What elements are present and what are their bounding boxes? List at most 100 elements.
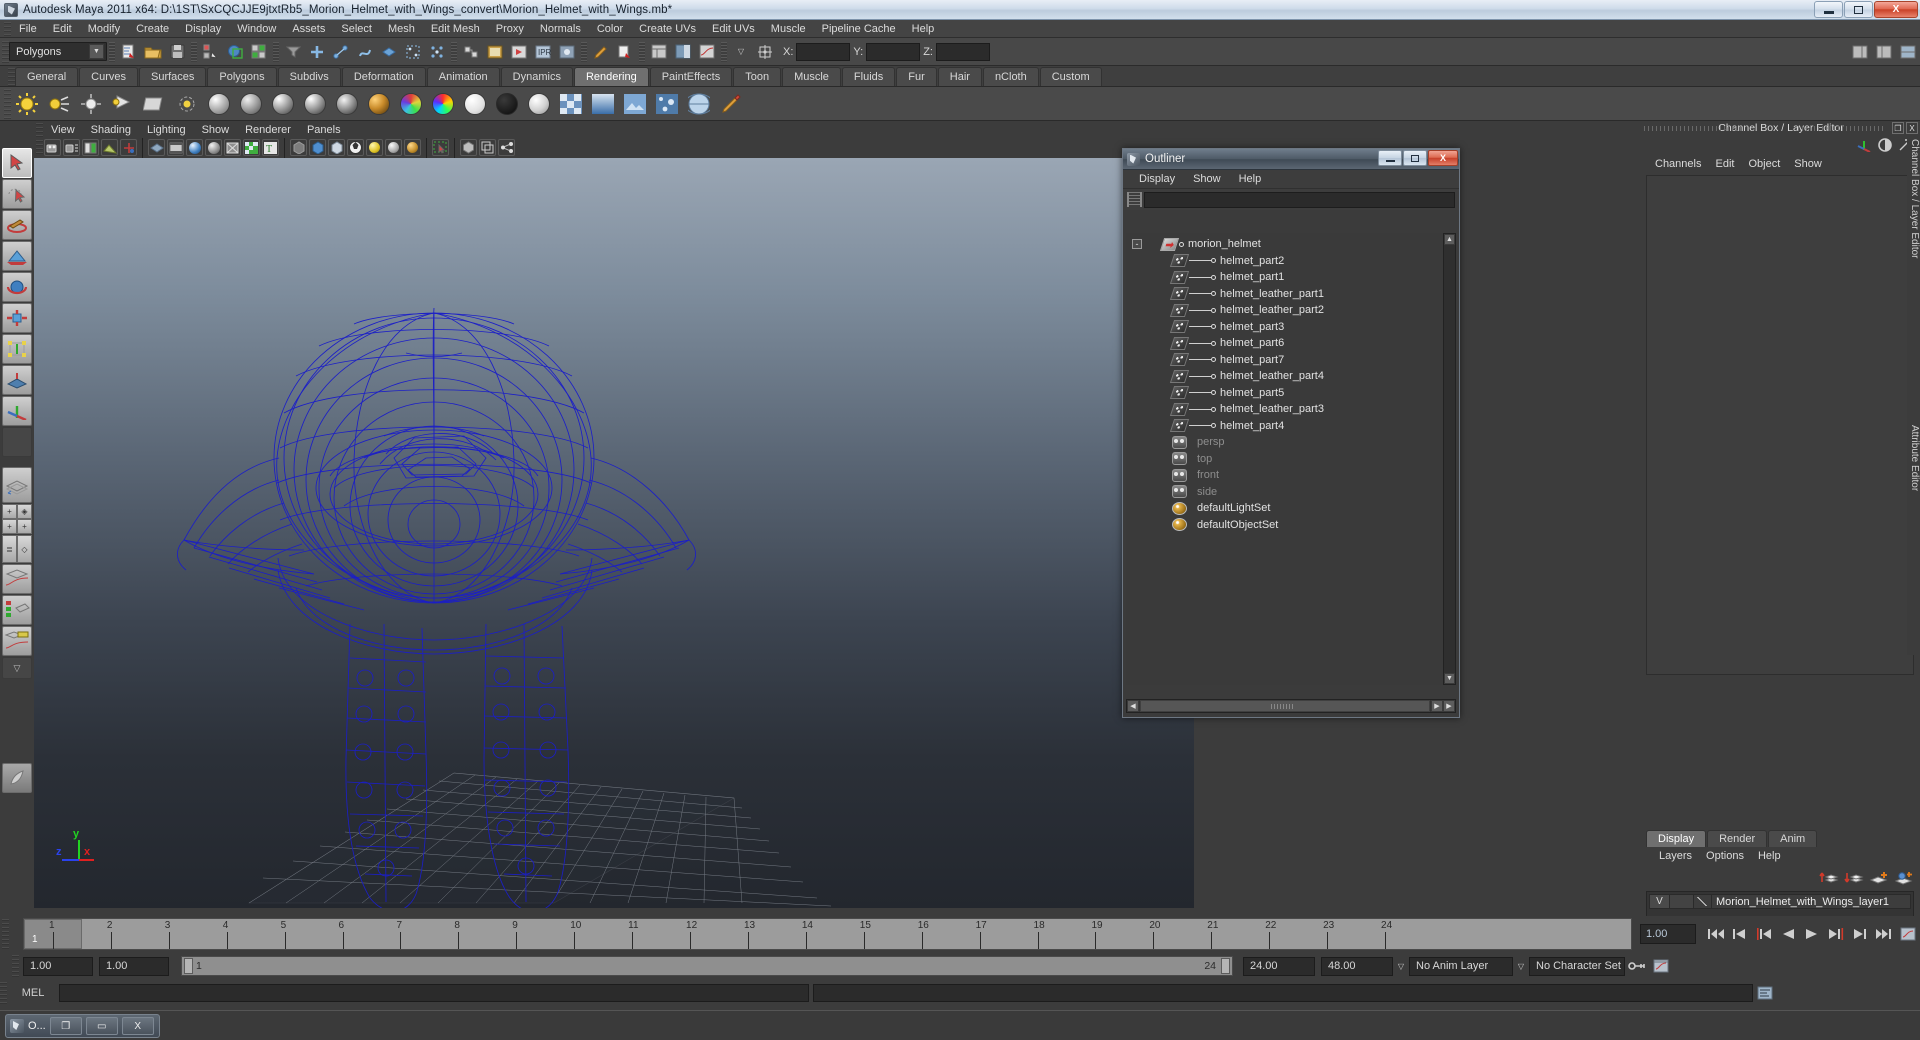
menu-display[interactable]: Display xyxy=(177,22,229,36)
outliner-filter-icon[interactable] xyxy=(1127,192,1142,207)
env-sphere-icon[interactable] xyxy=(685,90,713,118)
ambient-light-icon[interactable] xyxy=(13,90,41,118)
volume-light-icon[interactable] xyxy=(173,90,201,118)
layer-playback-toggle[interactable] xyxy=(1670,895,1694,908)
light-grey-icon[interactable] xyxy=(385,139,402,156)
scroll-thumb[interactable] xyxy=(1140,700,1430,712)
universal-manipulator-icon[interactable] xyxy=(2,334,32,364)
texture-noise-icon[interactable] xyxy=(653,90,681,118)
animation-end-time-field[interactable]: 48.00 xyxy=(1321,956,1393,976)
toolbar-grip-2[interactable] xyxy=(191,41,197,62)
outliner-row-helmet-part5[interactable]: helmet_part5 xyxy=(1126,385,1444,402)
render-current-frame-icon[interactable] xyxy=(508,41,530,63)
layout-hypergraph-icon[interactable]: ≣ xyxy=(2,535,17,563)
outliner-horizontal-scrollbar[interactable]: ◀ ▶ ▶ xyxy=(1126,699,1456,713)
outliner-row-front[interactable]: front xyxy=(1126,467,1444,484)
window-maximize-button[interactable] xyxy=(1844,1,1873,18)
light-yellow-icon[interactable] xyxy=(366,139,383,156)
select-camera-icon[interactable] xyxy=(44,139,61,156)
go-to-end-icon[interactable] xyxy=(1872,923,1896,945)
taskbar-minimize-button[interactable]: ▭ xyxy=(85,1017,118,1035)
outliner-menu-help[interactable]: Help xyxy=(1230,173,1271,185)
layout-two-stacked-icon[interactable]: + xyxy=(17,519,32,534)
layout-four-view-icon[interactable]: + xyxy=(2,504,17,519)
auto-key-icon[interactable] xyxy=(1625,955,1649,977)
use-background-shader-icon[interactable] xyxy=(525,90,553,118)
outliner-row-defaultlightset[interactable]: defaultLightSet xyxy=(1126,500,1444,517)
grid-display-icon[interactable] xyxy=(148,139,165,156)
attribute-editor-side-tab[interactable]: Attribute Editor xyxy=(1907,421,1920,601)
current-time-field[interactable]: 1.00 xyxy=(1640,924,1696,944)
window-minimize-button[interactable] xyxy=(1814,1,1843,18)
outliner-row-defaultobjectset[interactable]: defaultObjectSet xyxy=(1126,517,1444,534)
scale-tool-icon[interactable] xyxy=(2,303,32,333)
make-live-icon[interactable] xyxy=(426,41,448,63)
outliner-row-persp[interactable]: persp xyxy=(1126,434,1444,451)
toolbar-grip-4[interactable] xyxy=(451,41,457,62)
material-sphere-anisotropic-icon[interactable] xyxy=(333,90,361,118)
smooth-mesh-preview-icon[interactable] xyxy=(347,139,364,156)
layer-row[interactable]: V Morion_Helmet_with_Wings_layer1 xyxy=(1649,894,1911,909)
new-scene-icon[interactable] xyxy=(118,41,140,63)
move-layer-down-icon[interactable] xyxy=(1844,870,1864,886)
shade-options-icon[interactable] xyxy=(205,139,222,156)
sidebar-outliner-icon[interactable] xyxy=(648,41,670,63)
channelbox-menu-show[interactable]: Show xyxy=(1787,158,1829,170)
layout-persp-view-icon[interactable]: ◇ xyxy=(17,535,32,563)
outliner-minimize-button[interactable] xyxy=(1378,150,1402,166)
render-settings-icon[interactable] xyxy=(556,41,578,63)
x-field[interactable] xyxy=(796,42,851,61)
hardware-texturing-icon[interactable] xyxy=(460,139,477,156)
outliner-menu-display[interactable]: Display xyxy=(1130,173,1184,185)
viewport-menu-view[interactable]: View xyxy=(43,124,83,136)
snap-point-icon[interactable] xyxy=(354,41,376,63)
layer-tab-anim[interactable]: Anim xyxy=(1768,830,1818,847)
texture-display-icon[interactable] xyxy=(243,139,260,156)
outliner-menu-show[interactable]: Show xyxy=(1184,173,1230,185)
menu-assets[interactable]: Assets xyxy=(284,22,333,36)
range-slider-bar[interactable]: 1 24 xyxy=(181,956,1233,976)
viewport-menu-show[interactable]: Show xyxy=(194,124,238,136)
move-tool-icon[interactable] xyxy=(2,241,32,271)
toolbar-grip-6[interactable] xyxy=(639,41,645,62)
time-slider[interactable]: 1 1 2 3 4 5 6 7 8 9 10 11 12 13 14 15 16 17 18 19 20 21 22 23 2… xyxy=(23,918,1632,950)
viewport-menu-grip[interactable] xyxy=(36,122,43,137)
mel-output-field[interactable] xyxy=(813,984,1753,1002)
outliner-row-helmet-leather-part4[interactable]: helmet_leather_part4 xyxy=(1126,368,1444,385)
outliner-row-helmet-part4[interactable]: helmet_part4 xyxy=(1126,418,1444,435)
outliner-row-helmet-part7[interactable]: helmet_part7 xyxy=(1126,352,1444,369)
character-set-field[interactable]: No Character Set xyxy=(1529,956,1625,976)
menu-file[interactable]: File xyxy=(11,22,45,36)
viewport-share-icon[interactable] xyxy=(498,139,515,156)
menu-window[interactable]: Window xyxy=(229,22,284,36)
layout-persp-graph-icon[interactable] xyxy=(2,564,32,594)
shelf-tab-curves[interactable]: Curves xyxy=(79,67,138,86)
menuset-dropdown[interactable]: Polygons ▼ xyxy=(9,42,107,61)
character-set-chevron-icon[interactable]: ▽ xyxy=(1513,957,1529,975)
sidebar-persp-outliner-icon[interactable] xyxy=(672,41,694,63)
sidebar-graph-editor-icon[interactable] xyxy=(696,41,718,63)
outliner-row-helmet-part6[interactable]: helmet_part6 xyxy=(1126,335,1444,352)
menu-edit-mesh[interactable]: Edit Mesh xyxy=(423,22,488,36)
shelf-tab-muscle[interactable]: Muscle xyxy=(782,67,841,86)
channelbox-menu-object[interactable]: Object xyxy=(1741,158,1787,170)
component-filter-icon[interactable] xyxy=(282,41,304,63)
shelf-tab-dynamics[interactable]: Dynamics xyxy=(500,67,573,86)
outliner-row-morion-helmet[interactable]: - morion_helmet xyxy=(1126,236,1444,253)
image-plane-icon[interactable] xyxy=(101,139,118,156)
twopoint-bookmark-icon[interactable] xyxy=(120,139,137,156)
range-left-handle[interactable] xyxy=(184,958,193,974)
outliner-close-button[interactable]: X xyxy=(1428,150,1458,166)
layer-menu-help[interactable]: Help xyxy=(1751,850,1788,862)
menu-help[interactable]: Help xyxy=(904,22,943,36)
menu-modify[interactable]: Modify xyxy=(80,22,128,36)
taskbar-close-button[interactable]: X xyxy=(121,1017,154,1035)
snap-curve-icon[interactable] xyxy=(330,41,352,63)
anim-layer-field[interactable]: No Anim Layer xyxy=(1409,956,1513,976)
shelf-tab-deformation[interactable]: Deformation xyxy=(341,67,426,86)
bookmark-icon[interactable] xyxy=(82,139,99,156)
step-back-keyframe-icon[interactable] xyxy=(1728,923,1752,945)
step-forward-frame-icon[interactable] xyxy=(1824,923,1848,945)
step-back-frame-icon[interactable] xyxy=(1752,923,1776,945)
statusline-grip[interactable] xyxy=(2,40,9,63)
